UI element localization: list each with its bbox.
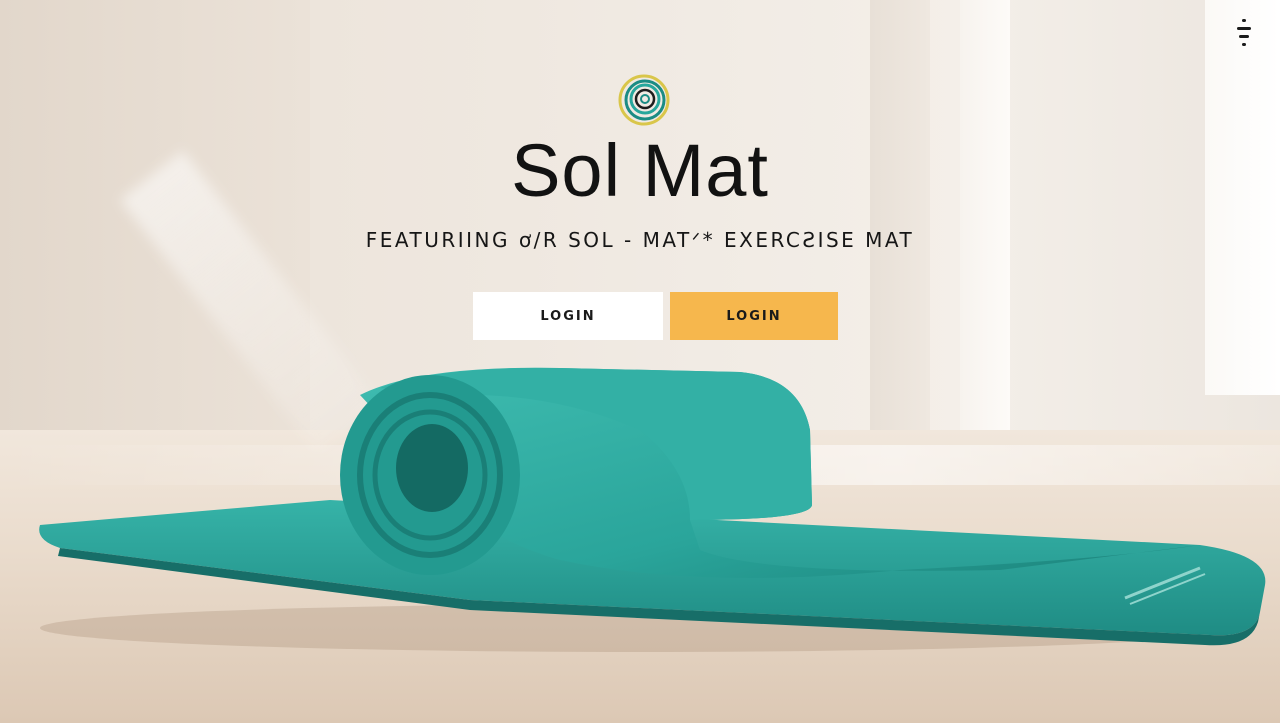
brand-title: Sol Mat bbox=[511, 129, 769, 212]
menu-icon-dot bbox=[1242, 42, 1246, 46]
menu-button[interactable] bbox=[1230, 14, 1258, 50]
menu-icon-dot bbox=[1242, 18, 1246, 22]
login-button-accent[interactable]: LOGIN bbox=[670, 292, 838, 340]
mat-roll-core bbox=[396, 424, 468, 512]
spiral-logo-icon bbox=[618, 74, 670, 126]
tagline: FEATURIING ơ/R SOL - MATᐟ* EXERCƧISE MAT bbox=[365, 228, 915, 252]
login-button[interactable]: LOGIN bbox=[473, 292, 663, 340]
menu-icon-bar bbox=[1237, 26, 1251, 30]
menu-icon-bar bbox=[1239, 34, 1249, 38]
